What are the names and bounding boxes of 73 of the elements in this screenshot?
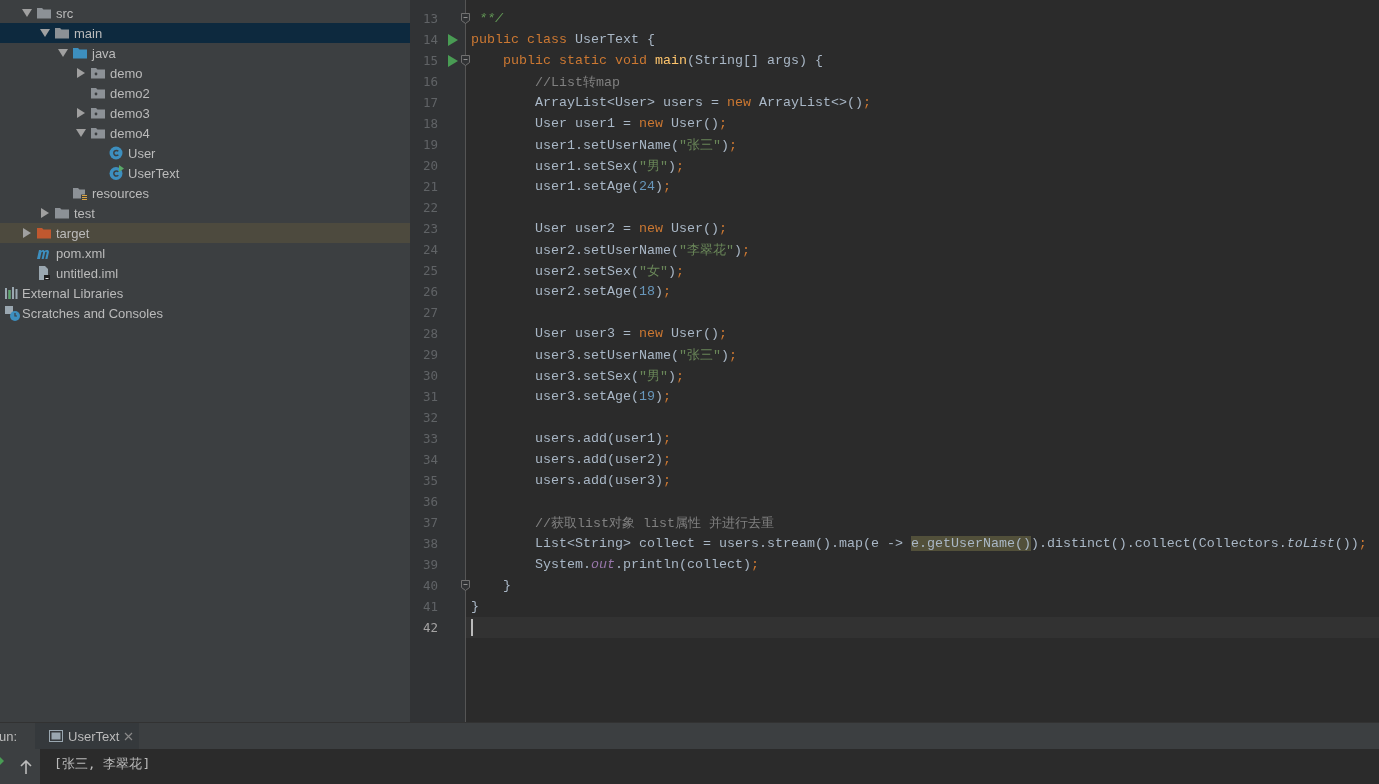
- code-line: users.add(user3);: [534, 473, 671, 488]
- code-line: User user2 = new User();: [534, 221, 727, 236]
- code-line: **/: [478, 11, 503, 26]
- folder-icon: [54, 205, 70, 221]
- tree-item[interactable]: Scratches and Consoles: [0, 303, 410, 323]
- code-line: user2.setSex("女");: [534, 262, 684, 280]
- tree-item[interactable]: demo4: [0, 123, 410, 143]
- code-line: User user1 = new User();: [534, 116, 727, 131]
- folder-icon: [54, 25, 70, 41]
- up-arrow-icon[interactable]: [20, 759, 32, 774]
- libraries-icon: [4, 285, 20, 301]
- code-line: user3.setAge(19);: [534, 389, 671, 404]
- tree-item[interactable]: resources: [0, 183, 410, 203]
- code-line: }: [502, 578, 511, 593]
- code-line: users.add(user2);: [534, 452, 671, 467]
- folder-icon: [72, 45, 88, 61]
- resources-folder-icon: [72, 185, 88, 201]
- class-icon: [108, 165, 124, 181]
- tree-item[interactable]: src: [0, 3, 410, 23]
- close-icon[interactable]: [124, 731, 134, 741]
- code-line: user2.setUserName("李翠花");: [534, 241, 750, 259]
- fold-icon[interactable]: [461, 580, 470, 591]
- folder-icon: [36, 5, 52, 21]
- package-icon: [90, 65, 106, 81]
- tree-item[interactable]: UserText: [0, 163, 410, 183]
- tree-item[interactable]: pom.xml: [0, 243, 410, 263]
- code-line: User user3 = new User();: [534, 326, 727, 341]
- package-icon: [90, 125, 106, 141]
- code-line: user1.setSex("男");: [534, 157, 684, 175]
- panel-label: un:: [0, 728, 18, 744]
- code-line: ArrayList<User> users = new ArrayList<>();: [534, 95, 871, 110]
- package-icon: [90, 85, 106, 101]
- code-line: user1.setAge(24);: [534, 179, 671, 194]
- text-cursor: [471, 619, 473, 636]
- package-icon: [90, 105, 106, 121]
- tree-item[interactable]: main: [0, 23, 410, 43]
- collapsed-arrow-icon[interactable]: [76, 68, 86, 78]
- code-line: }: [471, 599, 479, 614]
- collapsed-arrow-icon[interactable]: [76, 108, 86, 118]
- run-icon[interactable]: [448, 54, 458, 67]
- run-icon[interactable]: [0, 757, 4, 765]
- code-line: user3.setUserName("张三");: [534, 346, 737, 364]
- line-number: 42: [421, 620, 438, 635]
- code-line: //获取list对象 list属性 并进行去重: [534, 514, 774, 532]
- code-line: public class UserText {: [471, 32, 655, 47]
- console-output: [张三, 李翠花]: [54, 755, 151, 773]
- fold-icon[interactable]: [461, 55, 470, 66]
- tree-item[interactable]: External Libraries: [0, 283, 410, 303]
- tree-item[interactable]: target: [0, 223, 410, 243]
- tree-item[interactable]: untitled.iml: [0, 263, 410, 283]
- code-line: user1.setUserName("张三");: [534, 136, 737, 154]
- code-line: public static void main(String[] args) {: [502, 53, 823, 68]
- code-line: List<String> collect = users.stream().map(e -> e.getUserName()).distinct().collect(Collectors.toList());: [534, 536, 1367, 551]
- code-line: user3.setSex("男");: [534, 367, 684, 385]
- tree-item[interactable]: demo2: [0, 83, 410, 103]
- tree-item[interactable]: demo: [0, 63, 410, 83]
- folder-icon: [36, 225, 52, 241]
- run-icon[interactable]: [448, 33, 458, 46]
- code-line: System.out.println(collect);: [534, 557, 759, 572]
- code-line: user2.setAge(18);: [534, 284, 671, 299]
- tree-item[interactable]: test: [0, 203, 410, 223]
- tree-item[interactable]: demo3: [0, 103, 410, 123]
- code-line: //List转map: [534, 73, 620, 91]
- code-line: users.add(user1);: [534, 431, 671, 446]
- fold-icon[interactable]: [461, 13, 470, 24]
- tree-item[interactable]: User: [0, 143, 410, 163]
- console-icon: [49, 730, 64, 742]
- file-icon: [36, 265, 52, 281]
- run-tab[interactable]: UserText: [35, 723, 140, 749]
- tree-item[interactable]: java: [0, 43, 410, 63]
- scratches-icon: [4, 305, 20, 321]
- expanded-arrow-icon[interactable]: [76, 128, 86, 138]
- class-icon: [108, 145, 124, 161]
